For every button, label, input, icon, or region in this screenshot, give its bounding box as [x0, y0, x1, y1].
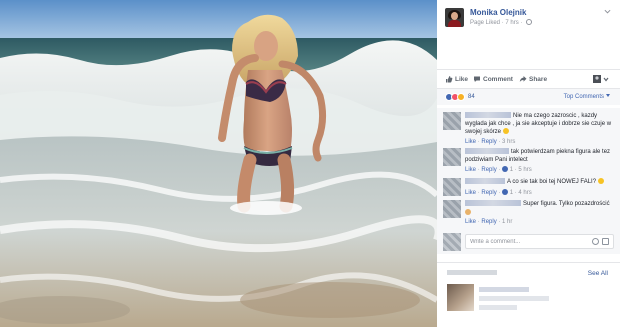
like-badge-icon — [502, 188, 509, 195]
comment-reply-link[interactable]: Reply — [481, 219, 496, 225]
emoji-icon — [465, 208, 471, 215]
comment-like-link[interactable]: Like — [465, 139, 476, 145]
comment-time[interactable]: 3 hrs — [502, 139, 515, 145]
suggestions-panel: See All — [437, 262, 620, 327]
smiley-icon[interactable] — [592, 238, 599, 245]
reaction-count[interactable]: 84 — [468, 94, 475, 100]
comment-reply-link[interactable]: Reply — [481, 167, 496, 173]
commenter-avatar[interactable] — [443, 148, 461, 166]
comment-like-link[interactable]: Like — [465, 219, 476, 225]
reactions-bar: 84 Top Comments — [437, 89, 620, 105]
post-side-panel: Monika Olejnik Page Liked · 7 hrs · Like… — [437, 0, 620, 327]
comment-body: A co sie tak boi tej NOWEJ FALI? Like · … — [465, 178, 615, 197]
comment-time[interactable]: 4 hrs — [518, 190, 531, 196]
commenter-avatar[interactable] — [443, 178, 461, 196]
top-comments-label: Top Comments — [563, 94, 604, 100]
beach-photo-image — [0, 0, 437, 327]
comment-text: A co sie tak boi tej NOWEJ FALI? — [507, 179, 597, 185]
comment-reply-link[interactable]: Reply — [481, 190, 496, 196]
commenter-avatar[interactable] — [443, 112, 461, 130]
caret-down-icon — [606, 94, 610, 97]
comment-actions: Like · Reply · 1 · 4 hrs — [465, 188, 532, 196]
comment-time[interactable]: 1 hr — [502, 219, 512, 225]
globe-icon — [526, 19, 533, 25]
like-icon — [446, 76, 453, 83]
comment-reply-link[interactable]: Reply — [481, 139, 496, 145]
commenter-name-redacted[interactable] — [465, 148, 509, 154]
viewer-selector[interactable] — [593, 75, 611, 83]
emoji-icon — [597, 178, 604, 184]
comment-actions: Like · Reply · 3 hrs — [465, 138, 516, 145]
viewer-avatar-icon — [593, 75, 609, 83]
author-avatar[interactable] — [445, 8, 464, 27]
share-icon — [519, 76, 527, 82]
suggestion-line-redacted — [479, 287, 529, 292]
comment-composer — [443, 233, 615, 251]
camera-icon[interactable] — [602, 238, 609, 245]
post-meta-text: Page Liked · 7 hrs · — [470, 20, 523, 26]
post-photo[interactable] — [0, 0, 437, 327]
commenter-name-redacted[interactable] — [465, 200, 521, 206]
commenter-name-redacted[interactable] — [465, 178, 505, 184]
comment-body: tak potwierdzam piekna figura ale tez po… — [465, 148, 615, 175]
share-button[interactable]: Share — [519, 75, 547, 83]
commenter-avatar[interactable] — [443, 200, 461, 218]
comment-like-link[interactable]: Like — [465, 190, 476, 196]
comment-like-link[interactable]: Like — [465, 167, 476, 173]
comment-actions: Like · Reply · 1 · 5 hrs — [465, 166, 532, 173]
emoji-icon — [502, 128, 509, 134]
suggestion-line-redacted — [479, 305, 517, 310]
comment-text: Super figura. Tylko pozazdrościć — [523, 201, 610, 207]
see-all-link[interactable]: See All — [588, 270, 608, 277]
like-badge-icon — [502, 166, 509, 172]
post-action-bar: Like Comment Share — [437, 69, 620, 89]
comment-like-count[interactable]: 1 — [510, 190, 513, 196]
like-button[interactable]: Like — [445, 75, 468, 83]
current-user-avatar — [443, 233, 461, 251]
suggestion-line-redacted — [479, 296, 549, 301]
comment-actions: Like · Reply · 1 hr — [465, 219, 513, 225]
commenter-name-redacted[interactable] — [465, 112, 511, 118]
comment-input[interactable] — [470, 237, 580, 247]
comment-body: Super figura. Tylko pozazdrościć Like · … — [465, 200, 615, 227]
comment-body: Nie ma czego zazroscic , kazdy wyglada j… — [465, 112, 615, 146]
like-button-label: Like — [455, 76, 469, 83]
comment-time[interactable]: 5 hrs — [518, 167, 531, 173]
comment-button[interactable]: Comment — [473, 75, 513, 83]
comment-input-box[interactable] — [465, 234, 614, 249]
chevron-down-icon[interactable] — [604, 8, 611, 15]
post-meta: Page Liked · 7 hrs · — [470, 19, 533, 26]
author-name[interactable]: Monika Olejnik — [470, 8, 526, 17]
comment-icon — [474, 76, 480, 82]
comment-like-count[interactable]: 1 — [510, 167, 513, 173]
wow-reaction-icon[interactable] — [457, 93, 465, 101]
post-header: Monika Olejnik Page Liked · 7 hrs · — [437, 0, 620, 32]
top-comments-dropdown[interactable]: Top Comments — [564, 94, 610, 100]
share-button-label: Share — [529, 76, 548, 83]
comment-button-label: Comment — [483, 76, 513, 83]
suggestions-title-redacted — [447, 270, 497, 275]
suggestion-thumbnail[interactable] — [447, 284, 474, 311]
